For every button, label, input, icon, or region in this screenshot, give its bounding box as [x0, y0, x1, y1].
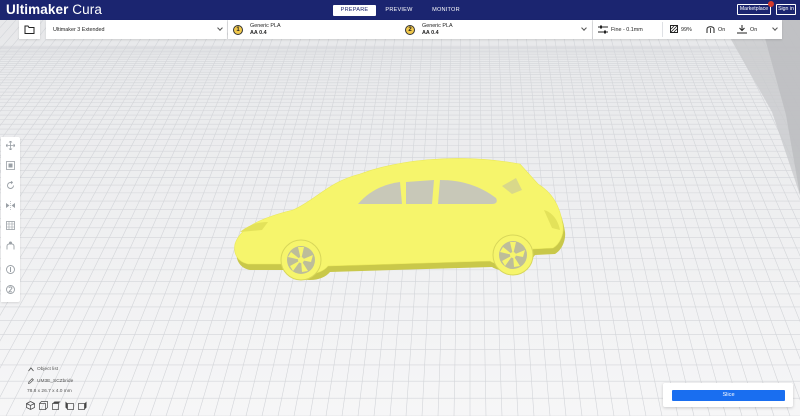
tab-prepare[interactable]: PREPARE [333, 5, 376, 16]
adhesion-value: On [750, 27, 758, 33]
build-plate [0, 20, 800, 416]
sign-in-button[interactable]: Sign in [776, 4, 796, 15]
open-file-button[interactable] [19, 20, 40, 39]
support-value: On [718, 27, 726, 33]
adhesion-icon [737, 25, 747, 34]
rotate-tool-icon[interactable] [6, 181, 15, 190]
pencil-icon[interactable] [28, 378, 34, 384]
move-tool-icon[interactable] [6, 141, 15, 150]
extruder-1-core: AA 0.4 [250, 30, 267, 36]
job-filename[interactable]: UM3E_SCZbride [37, 379, 73, 384]
scale-tool-icon[interactable] [6, 161, 15, 170]
support-blocker-icon[interactable] [6, 241, 15, 250]
chevron-down-icon [217, 25, 223, 31]
extruder-1-icon: 1 [233, 25, 243, 35]
extruder-2-tool-icon[interactable] [6, 285, 15, 294]
chevron-down-icon [772, 25, 778, 31]
extruder-2-core: AA 0.4 [422, 30, 439, 36]
printer-name: Ultimaker 3 Extended [53, 27, 105, 33]
support-icon [706, 26, 715, 33]
slice-button[interactable]: Slice [672, 390, 785, 401]
3d-view-icon[interactable] [26, 401, 35, 410]
chevron-up-icon[interactable] [28, 367, 34, 372]
folder-icon [24, 25, 35, 34]
front-view-icon[interactable] [39, 401, 48, 410]
mirror-tool-icon[interactable] [6, 201, 15, 210]
infill-value: 99% [681, 27, 692, 33]
per-model-settings-icon[interactable] [6, 221, 15, 230]
tab-preview[interactable]: PREVIEW [381, 5, 417, 16]
divider [662, 22, 663, 37]
extruder-2-icon: 2 [405, 25, 415, 35]
extruder-1-material: Generic PLA [250, 23, 281, 29]
profile-label: Fine - 0.1mm [611, 27, 643, 33]
notification-badge [768, 1, 774, 7]
left-view-icon[interactable] [65, 401, 74, 410]
right-view-icon[interactable] [78, 401, 87, 410]
build-plate-viewport[interactable] [0, 20, 800, 416]
extruder-2-material: Generic PLA [422, 23, 453, 29]
top-view-icon[interactable] [52, 401, 61, 410]
printer-selector[interactable]: Ultimaker 3 Extended [46, 20, 227, 39]
app-header: Ultimaker Cura PREPARE PREVIEW MONITOR M… [0, 0, 800, 20]
tool-panel [1, 137, 20, 302]
marketplace-button[interactable]: Marketplace [737, 4, 771, 15]
infill-icon [670, 25, 678, 33]
tab-monitor[interactable]: MONITOR [427, 5, 465, 16]
chevron-down-icon [581, 25, 587, 31]
model-dimensions: 78.8 x 26.7 x 4.0 mm [27, 389, 72, 394]
object-list-toggle[interactable]: Object list [37, 367, 58, 372]
app-logo: Ultimaker Cura [6, 2, 102, 17]
sliders-icon [598, 25, 608, 34]
slice-panel: Slice [663, 383, 793, 407]
extruder-1-tool-icon[interactable] [6, 265, 15, 274]
